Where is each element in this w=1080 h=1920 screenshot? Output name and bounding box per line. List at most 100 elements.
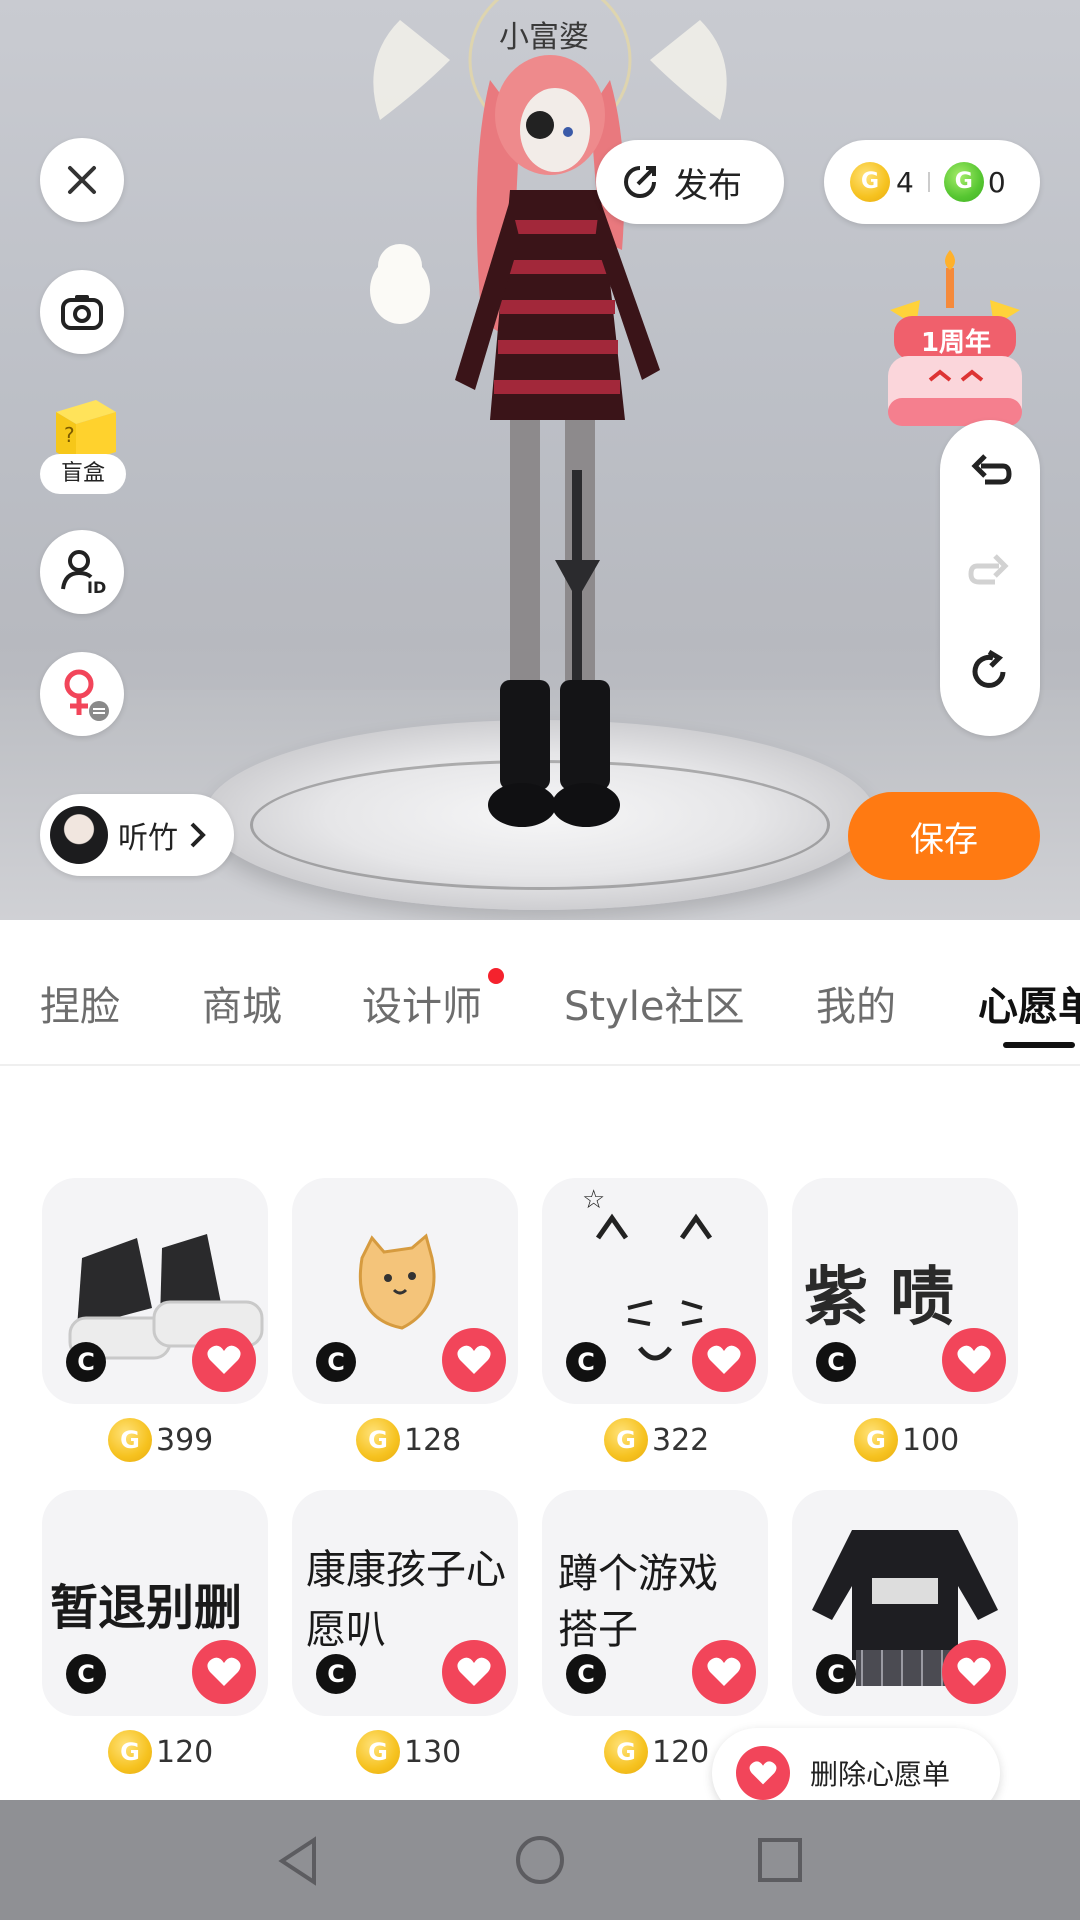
wishlist-item-card[interactable]: C: [792, 1490, 1018, 1716]
gold-coin-icon: G: [356, 1730, 400, 1774]
reset-icon[interactable]: [967, 648, 1013, 694]
gold-coin-icon: G: [108, 1418, 152, 1462]
publish-button[interactable]: 发布: [596, 140, 784, 224]
heart-icon: [457, 1657, 491, 1686]
price-value: 120: [652, 1734, 710, 1770]
price-value: 130: [404, 1734, 462, 1770]
green-coin-icon: G: [943, 162, 984, 202]
avatar-stage: 小富婆 1周年: [0, 0, 1080, 920]
avatar-character[interactable]: [360, 0, 740, 860]
wishlist-heart-button[interactable]: [442, 1328, 506, 1392]
wishlist-heart-button[interactable]: [692, 1328, 756, 1392]
wishlist-item-card[interactable]: C: [292, 1178, 518, 1404]
gold-coin-count: 4: [896, 165, 914, 199]
gold-coin-icon: G: [850, 162, 890, 202]
back-nav-icon[interactable]: [274, 1836, 324, 1886]
svg-text:?: ?: [64, 423, 75, 447]
halo-name-tag: 小富婆: [499, 20, 589, 55]
creator-badge: C: [66, 1342, 106, 1382]
gender-switch-button[interactable]: [40, 652, 124, 736]
heart-icon: [207, 1345, 241, 1374]
wishlist-heart-button[interactable]: [442, 1640, 506, 1704]
item-text-art: 暂退别删: [50, 1580, 243, 1636]
chevron-right-icon: [190, 822, 206, 848]
notification-dot: [488, 968, 504, 984]
heart-icon: [749, 1761, 777, 1785]
svg-text:ID: ID: [87, 578, 106, 597]
wishlist-item-card[interactable]: ☆ C: [542, 1178, 768, 1404]
item-price: G 100: [854, 1418, 959, 1462]
svg-text:☆: ☆: [582, 1185, 605, 1215]
save-button[interactable]: 保存: [848, 792, 1040, 880]
active-tab-indicator: [1003, 1042, 1075, 1048]
tab-designer[interactable]: 设计师: [362, 974, 482, 1030]
item-price: G 399: [108, 1418, 213, 1462]
wishlist-heart-button[interactable]: [942, 1328, 1006, 1392]
tab-style-community[interactable]: Style社区: [564, 974, 744, 1030]
close-button[interactable]: [40, 138, 124, 222]
item-price: G 120: [108, 1730, 213, 1774]
item-price: G 130: [356, 1730, 461, 1774]
gold-coin-icon: G: [108, 1730, 152, 1774]
anniversary-cake[interactable]: 1周年: [880, 248, 1030, 438]
publish-label: 发布: [674, 165, 742, 206]
item-price: G 322: [604, 1418, 709, 1462]
tab-face[interactable]: 捏脸: [40, 974, 120, 1030]
tab-mine[interactable]: 我的: [816, 974, 896, 1030]
heart-icon: [207, 1657, 241, 1686]
edit-history-panel: [940, 420, 1040, 736]
delete-heart-badge: [736, 1746, 790, 1800]
wishlist-heart-button[interactable]: [942, 1640, 1006, 1704]
creator-badge: C: [566, 1342, 606, 1382]
green-coin-count: 0: [987, 165, 1006, 199]
user-id-icon: ID: [61, 550, 106, 597]
price-value: 322: [652, 1422, 710, 1458]
wishlist-heart-button[interactable]: [192, 1640, 256, 1704]
price-value: 100: [902, 1422, 960, 1458]
gold-coin-icon: G: [604, 1730, 648, 1774]
currency-balance[interactable]: G 4 G 0: [824, 140, 1040, 224]
close-icon: [68, 166, 96, 194]
item-text-art: 紫 啧: [804, 1261, 955, 1335]
home-nav-icon[interactable]: [514, 1834, 566, 1886]
wishlist-heart-button[interactable]: [192, 1328, 256, 1392]
avatar: [50, 806, 108, 864]
wishlist-heart-button[interactable]: [692, 1640, 756, 1704]
wishlist-item-card[interactable]: 紫 啧 C: [792, 1178, 1018, 1404]
recent-apps-nav-icon[interactable]: [756, 1836, 804, 1884]
tab-mall[interactable]: 商城: [202, 974, 282, 1030]
item-price: G 120: [604, 1730, 709, 1774]
anniversary-label: 1周年: [920, 328, 992, 358]
blind-box-button[interactable]: ? 盲盒: [40, 392, 126, 498]
wishlist-item-card[interactable]: 康康孩子心愿叭 C: [292, 1490, 518, 1716]
wishlist-item-card[interactable]: 蹲个游戏搭子 C: [542, 1490, 768, 1716]
wishlist-item-card[interactable]: 暂退别删 C: [42, 1490, 268, 1716]
creator-badge: C: [566, 1654, 606, 1694]
delete-wishlist-label: 删除心愿单: [810, 1758, 951, 1791]
camera-button[interactable]: [40, 270, 124, 354]
publish-icon: [624, 166, 656, 198]
heart-icon: [957, 1345, 991, 1374]
gold-coin-icon: G: [356, 1418, 400, 1462]
creator-badge: C: [66, 1654, 106, 1694]
heart-icon: [707, 1345, 741, 1374]
user-name: 听竹: [118, 821, 178, 856]
price-value: 128: [404, 1422, 462, 1458]
avatar-id-button[interactable]: ID: [40, 530, 124, 614]
heart-icon: [707, 1657, 741, 1686]
currency-divider: [927, 172, 930, 192]
user-profile-pill[interactable]: 听竹: [40, 794, 234, 876]
category-tabs: 捏脸 商城 设计师 Style社区 我的 心愿单: [0, 920, 1080, 1066]
redo-icon[interactable]: [967, 550, 1013, 596]
heart-icon: [957, 1657, 991, 1686]
tab-wishlist[interactable]: 心愿单: [978, 974, 1080, 1024]
creator-badge: C: [316, 1654, 356, 1694]
creator-badge: C: [816, 1654, 856, 1694]
wishlist-item-card[interactable]: C: [42, 1178, 268, 1404]
camera-icon: [61, 295, 103, 330]
female-switch-icon: [64, 669, 109, 721]
price-value: 399: [156, 1422, 214, 1458]
undo-icon[interactable]: [967, 450, 1013, 496]
save-label: 保存: [910, 819, 978, 860]
system-navigation-bar: [0, 1800, 1080, 1920]
